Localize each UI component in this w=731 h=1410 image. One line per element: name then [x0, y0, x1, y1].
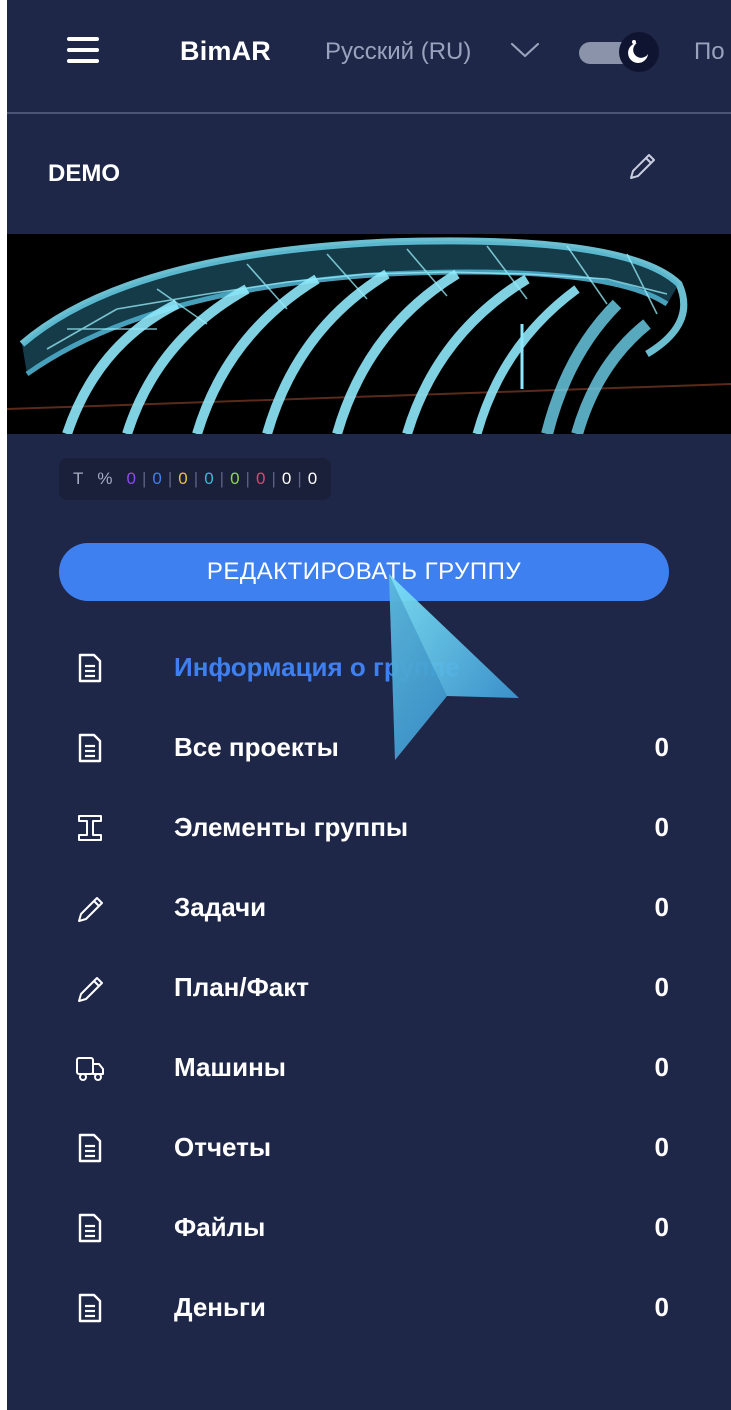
nav-item-count: 0: [654, 1052, 669, 1082]
nav-item-machines[interactable]: Машины 0: [7, 1028, 731, 1108]
nav-item-reports[interactable]: Отчеты 0: [7, 1108, 731, 1188]
nav-item-label: Деньги: [174, 1292, 266, 1322]
hamburger-menu-icon[interactable]: [67, 37, 99, 63]
counter-value: 0: [126, 469, 136, 488]
group-preview-image[interactable]: [7, 234, 731, 434]
i-beam-icon: [78, 815, 102, 841]
document-icon: [78, 1293, 102, 1323]
nav-item-label: План/Факт: [174, 972, 309, 1002]
counter-value: 0: [204, 469, 214, 488]
nav-item-count: 0: [654, 812, 669, 842]
counter-value: 0: [230, 469, 240, 488]
pencil-icon: [78, 977, 103, 1002]
nav-item-label: Информация о группе: [174, 652, 460, 682]
status-counters: Т % 0 | 0 | 0 | 0 | 0 | 0 | 0 | 0: [59, 458, 332, 500]
nav-item-label: Все проекты: [174, 732, 339, 762]
document-icon: [78, 1213, 102, 1243]
nav-item-all-projects[interactable]: Все проекты 0: [7, 708, 731, 788]
topbar-truncated-item[interactable]: По: [694, 38, 725, 66]
nav-item-count: 0: [654, 1212, 669, 1242]
counter-value: 0: [152, 469, 162, 488]
group-title: DEMO: [48, 160, 120, 187]
top-bar: BimAR Русский (RU) По: [7, 0, 731, 112]
counter-value: 0: [307, 469, 318, 488]
nav-item-label: Элементы группы: [174, 812, 409, 842]
nav-item-label: Задачи: [174, 892, 267, 922]
theme-toggle[interactable]: [579, 32, 665, 72]
document-icon: [78, 653, 102, 683]
nav-item-tasks[interactable]: Задачи 0: [7, 868, 731, 948]
counter-value: 0: [178, 469, 188, 488]
nav-item-count: 0: [654, 972, 669, 1002]
nav-item-label: Файлы: [174, 1212, 266, 1242]
counter-value: 0: [255, 469, 266, 488]
moon-icon: [619, 32, 659, 72]
edit-group-button[interactable]: РЕДАКТИРОВАТЬ ГРУППУ: [59, 543, 669, 601]
edit-pencil-icon[interactable]: [625, 150, 659, 184]
language-selector[interactable]: Русский (RU): [325, 38, 471, 66]
pencil-icon: [78, 897, 103, 922]
chevron-down-icon[interactable]: [509, 40, 541, 60]
nav-item-group-info[interactable]: Информация о группе: [7, 628, 731, 708]
nav-item-plan-fact[interactable]: План/Факт 0: [7, 948, 731, 1028]
nav-item-count: 0: [654, 1132, 669, 1162]
document-icon: [78, 733, 102, 763]
app-brand[interactable]: BimAR: [180, 36, 271, 67]
nav-item-count: 0: [654, 732, 669, 762]
nav-item-money[interactable]: Деньги 0: [7, 1268, 731, 1348]
document-icon: [78, 1133, 102, 1163]
side-panel: BimAR Русский (RU) По DEMO Т % 0 | 0 | 0…: [7, 0, 731, 1410]
counter-value: 0: [281, 469, 292, 488]
nav-item-label: Отчеты: [174, 1132, 272, 1162]
nav-item-count: 0: [654, 892, 669, 922]
truck-icon: [76, 1057, 104, 1081]
type-label: Т: [73, 469, 84, 488]
nav-item-count: 0: [654, 1292, 669, 1322]
nav-item-files[interactable]: Файлы 0: [7, 1188, 731, 1268]
percent-label: %: [97, 469, 113, 488]
nav-item-label: Машины: [174, 1052, 286, 1082]
nav-item-group-elements[interactable]: Элементы группы 0: [7, 788, 731, 868]
topbar-divider: [7, 112, 731, 114]
group-nav-list: Информация о группе Все проекты 0 Элемен…: [7, 628, 731, 1348]
